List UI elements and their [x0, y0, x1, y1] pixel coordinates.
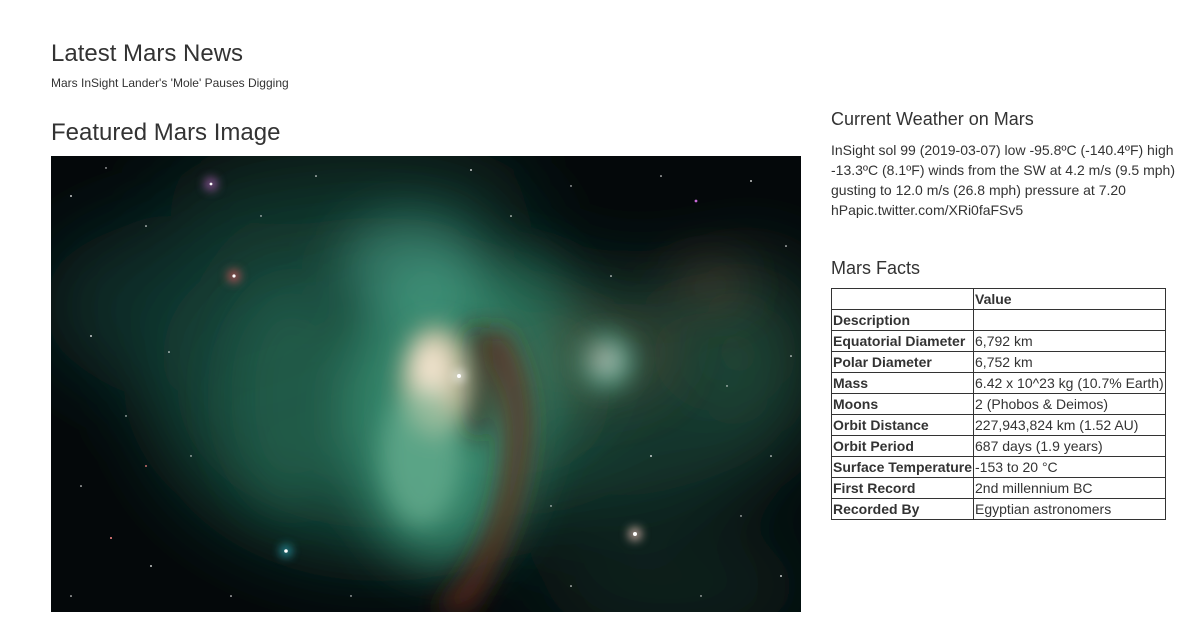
- facts-header-label: [830, 288, 975, 310]
- fact-label: Polar Diameter: [830, 351, 975, 373]
- table-row: Moons 2 (Phobos & Deimos): [830, 393, 1166, 415]
- fact-value: 6,792 km: [973, 330, 1166, 352]
- facts-section-title: Mars Facts: [831, 258, 921, 278]
- news-section: Latest Mars News Mars InSight Lander's '…: [51, 40, 791, 91]
- fact-value: Egyptian astronomers: [973, 498, 1166, 520]
- fact-label: Description: [830, 309, 975, 331]
- fact-label: Orbit Distance: [830, 414, 975, 436]
- fact-value: 227,943,824 km (1.52 AU): [973, 414, 1166, 436]
- table-row: First Record 2nd millennium BC: [830, 477, 1166, 499]
- table-row: Equatorial Diameter 6,792 km: [830, 330, 1166, 352]
- table-row: Orbit Distance 227,943,824 km (1.52 AU): [830, 414, 1166, 436]
- facts-header-value: Value: [973, 288, 1166, 310]
- page: Latest Mars News Mars InSight Lander's '…: [0, 0, 1190, 621]
- fact-label: Moons: [830, 393, 975, 415]
- weather-section-title: Current Weather on Mars: [831, 109, 1034, 129]
- fact-value: 2 (Phobos & Deimos): [973, 393, 1166, 415]
- fact-value: 6,752 km: [973, 351, 1166, 373]
- fact-label: Orbit Period: [830, 435, 975, 457]
- news-headline[interactable]: Mars InSight Lander's 'Mole' Pauses Digg…: [51, 75, 791, 91]
- table-row: Orbit Period 687 days (1.9 years): [830, 435, 1166, 457]
- facts-table: Value Description Equatorial Diameter 6,…: [830, 288, 1166, 520]
- fact-value: 687 days (1.9 years): [973, 435, 1166, 457]
- table-row: Recorded By Egyptian astronomers: [830, 498, 1166, 520]
- fact-label: Surface Temperature: [830, 456, 975, 478]
- fact-label: First Record: [830, 477, 975, 499]
- news-section-title: Latest Mars News: [51, 40, 244, 67]
- fact-label: Mass: [830, 372, 975, 394]
- featured-image-title: Featured Mars Image: [51, 119, 281, 146]
- table-row: Surface Temperature -153 to 20 °C: [830, 456, 1166, 478]
- table-row: Description: [830, 309, 1166, 331]
- fact-value: [973, 309, 1166, 331]
- fact-label: Equatorial Diameter: [830, 330, 975, 352]
- fact-label: Recorded By: [830, 498, 975, 520]
- facts-table-header-row: Value: [830, 288, 1166, 310]
- fact-value: -153 to 20 °C: [973, 456, 1166, 478]
- table-row: Mass 6.42 x 10^23 kg (10.7% Earth): [830, 372, 1166, 394]
- facts-section: Mars Facts Value Description Equatorial …: [830, 257, 1186, 520]
- fact-value: 2nd millennium BC: [973, 477, 1166, 499]
- featured-image-section: Featured Mars Image: [51, 119, 801, 612]
- table-row: Polar Diameter 6,752 km: [830, 351, 1166, 373]
- weather-section: Current Weather on Mars InSight sol 99 (…: [831, 108, 1186, 220]
- featured-image[interactable]: [51, 156, 801, 612]
- fact-value: 6.42 x 10^23 kg (10.7% Earth): [973, 372, 1166, 394]
- weather-tweet: InSight sol 99 (2019-03-07) low -95.8ºC …: [831, 142, 1175, 218]
